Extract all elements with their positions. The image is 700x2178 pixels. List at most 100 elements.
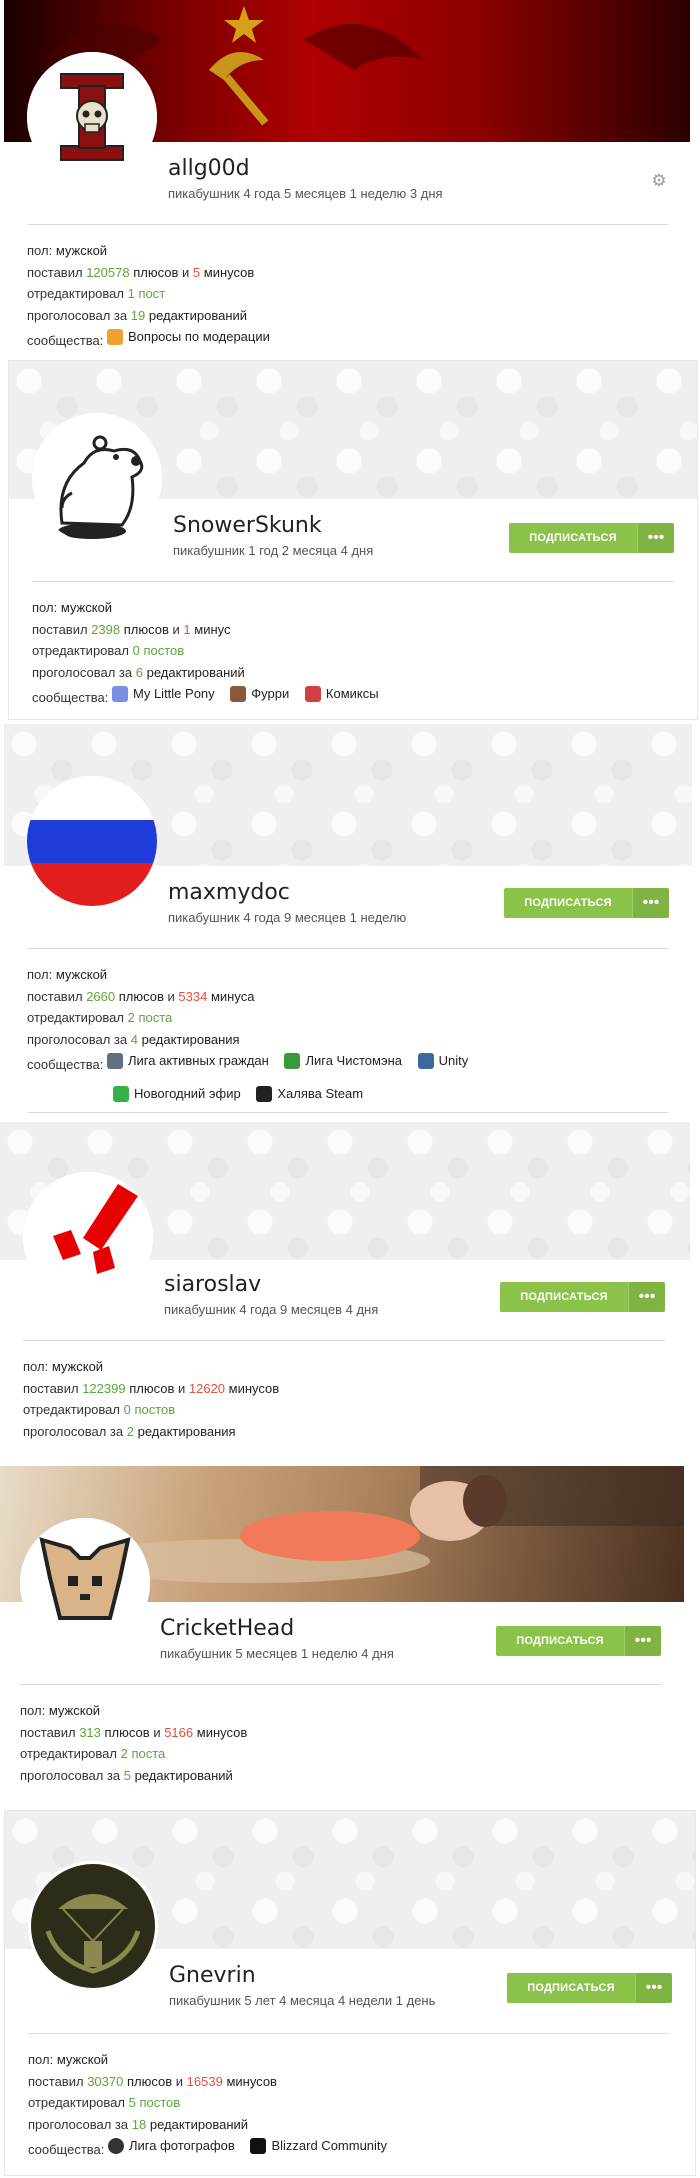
divider <box>28 2033 670 2034</box>
more-options-button[interactable]: ••• <box>637 523 674 553</box>
tenure-text: пикабушник 4 года 9 месяцев 1 неделю <box>168 910 407 925</box>
russian-flag-icon <box>27 776 157 906</box>
profile-info: пол: мужской поставил 122399 плюсов и 12… <box>23 1356 279 1442</box>
avatar[interactable] <box>28 1861 158 1991</box>
profile-info: пол: мужской поставил 2398 плюсов и 1 ми… <box>32 597 391 708</box>
ratings-row: поставил 120578 плюсов и 5 минусов <box>27 264 255 280</box>
airborne-emblem-icon <box>28 1861 158 1991</box>
camera-icon <box>108 2137 125 2154</box>
community-link[interactable]: Комиксы <box>304 683 379 705</box>
community-link[interactable]: Халява Steam <box>256 1083 363 1105</box>
sex-row: пол: мужской <box>23 1359 104 1374</box>
bear-cartoon-icon <box>32 413 162 543</box>
username: CricketHead <box>160 1616 295 1641</box>
community-link[interactable]: My Little Pony <box>112 683 215 705</box>
gear-icon[interactable]: ⚙ <box>650 172 668 190</box>
profile-card: CricketHead пикабушник 5 месяцев 1 недел… <box>0 1466 684 1806</box>
blizzard-icon <box>250 2137 267 2154</box>
subscribe-button[interactable]: ПОДПИСАТЬСЯ <box>507 1973 635 2003</box>
profile-card: maxmydoc пикабушник 4 года 9 месяцев 1 н… <box>4 724 692 1116</box>
username: Gnevrin <box>169 1963 256 1988</box>
avatar[interactable] <box>23 1172 153 1302</box>
tenure-text: пикабушник 5 лет 4 месяца 4 недели 1 ден… <box>169 1993 436 2008</box>
ratings-row: поставил 313 плюсов и 5166 минусов <box>20 1724 248 1740</box>
subscribe-button-group: ПОДПИСАТЬСЯ ••• <box>504 888 669 918</box>
communities-row: сообщества: Вопросы по модерации <box>27 326 282 351</box>
votes-row: проголосовал за 4 редактирования <box>27 1031 240 1047</box>
furry-icon <box>230 685 247 702</box>
more-options-button[interactable]: ••• <box>624 1626 661 1656</box>
sex-row: пол: мужской <box>28 2052 109 2067</box>
comics-icon <box>304 685 321 702</box>
votes-row: проголосовал за 6 редактирований <box>32 664 245 680</box>
username: SnowerSkunk <box>173 513 322 538</box>
more-options-button[interactable]: ••• <box>632 888 669 918</box>
profile-card: Gnevrin пикабушник 5 лет 4 месяца 4 неде… <box>4 1810 696 2176</box>
pony-icon <box>112 685 129 702</box>
avatar[interactable] <box>20 1518 150 1648</box>
cleanman-icon <box>284 1052 301 1069</box>
ratings-row: поставил 2660 плюсов и 5334 минуса <box>27 988 255 1004</box>
communities-row: сообщества: My Little Pony Фурри Комиксы <box>32 683 391 708</box>
profile-info: пол: мужской поставил 30370 плюсов и 165… <box>28 2049 399 2160</box>
community-link[interactable]: Новогодний эфир <box>113 1083 241 1105</box>
ratings-row: поставил 122399 плюсов и 12620 минусов <box>23 1380 280 1396</box>
profile-info: пол: мужской поставил 120578 плюсов и 5 … <box>27 240 282 351</box>
ratings-row: поставил 30370 плюсов и 16539 минусов <box>28 2073 277 2089</box>
sex-row: пол: мужской <box>20 1703 101 1718</box>
tenure-text: пикабушник 1 год 2 месяца 4 дня <box>173 543 374 558</box>
skull-emblem-icon <box>27 52 157 182</box>
unity-icon <box>417 1052 434 1069</box>
edited-row: отредактировал 0 постов <box>32 643 185 658</box>
pixel-head-icon <box>20 1518 150 1648</box>
community-link[interactable]: Лига фотографов <box>108 2135 235 2157</box>
divider <box>32 581 674 582</box>
votes-row: проголосовал за 19 редактирований <box>27 307 248 323</box>
community-link[interactable]: Лига активных граждан <box>107 1050 269 1072</box>
votes-row: проголосовал за 18 редактирований <box>28 2116 249 2132</box>
community-link[interactable]: Вопросы по модерации <box>107 326 270 348</box>
votes-row: проголосовал за 2 редактирования <box>23 1423 236 1439</box>
divider <box>27 1112 669 1113</box>
subscribe-button[interactable]: ПОДПИСАТЬСЯ <box>509 523 637 553</box>
community-link[interactable]: Unity <box>417 1050 468 1072</box>
edited-row: отредактировал 2 поста <box>20 1746 166 1761</box>
more-options-button[interactable]: ••• <box>635 1973 672 2003</box>
username: siaroslav <box>164 1272 262 1297</box>
exclamation-icon <box>23 1172 153 1302</box>
steam-icon <box>256 1086 273 1102</box>
ratings-row: поставил 2398 плюсов и 1 минус <box>32 621 231 637</box>
edited-row: отредактировал 1 пост <box>27 286 166 301</box>
subscribe-button[interactable]: ПОДПИСАТЬСЯ <box>500 1282 628 1312</box>
sex-row: пол: мужской <box>27 243 108 258</box>
subscribe-button-group: ПОДПИСАТЬСЯ ••• <box>500 1282 665 1312</box>
community-link[interactable]: Фурри <box>230 683 289 705</box>
divider <box>20 1684 662 1685</box>
profile-card: SnowerSkunk пикабушник 1 год 2 месяца 4 … <box>8 360 698 720</box>
citizens-icon <box>107 1052 124 1069</box>
community-link[interactable]: Лига Чистомэна <box>284 1050 402 1072</box>
divider <box>23 1340 665 1341</box>
profile-info: пол: мужской поставил 313 плюсов и 5166 … <box>20 1700 247 1786</box>
communities-row: сообщества: Лига активных граждан Лига Ч… <box>27 1050 480 1075</box>
subscribe-button-group: ПОДПИСАТЬСЯ ••• <box>507 1973 672 2003</box>
subscribe-button[interactable]: ПОДПИСАТЬСЯ <box>496 1626 624 1656</box>
username: allg00d <box>168 156 250 181</box>
tenure-text: пикабушник 4 года 9 месяцев 4 дня <box>164 1302 379 1317</box>
edited-row: отредактировал 2 поста <box>27 1010 173 1025</box>
edited-link[interactable]: 1 пост <box>128 286 166 301</box>
profile-card: siaroslav пикабушник 4 года 9 месяцев 4 … <box>0 1122 690 1462</box>
divider <box>27 948 669 949</box>
question-icon <box>107 328 124 345</box>
avatar[interactable] <box>27 52 157 182</box>
avatar[interactable] <box>32 413 162 543</box>
more-options-button[interactable]: ••• <box>628 1282 665 1312</box>
votes-row: проголосовал за 5 редактирований <box>20 1767 233 1783</box>
communities-row-wrap: Новогодний эфир Халява Steam <box>27 1083 480 1108</box>
subscribe-button[interactable]: ПОДПИСАТЬСЯ <box>504 888 632 918</box>
community-link[interactable]: Blizzard Community <box>250 2135 387 2157</box>
avatar[interactable] <box>27 776 157 906</box>
sex-row: пол: мужской <box>32 600 113 615</box>
profile-card: allg00d пикабушник 4 года 5 месяцев 1 не… <box>4 0 690 356</box>
sex-row: пол: мужской <box>27 967 108 982</box>
